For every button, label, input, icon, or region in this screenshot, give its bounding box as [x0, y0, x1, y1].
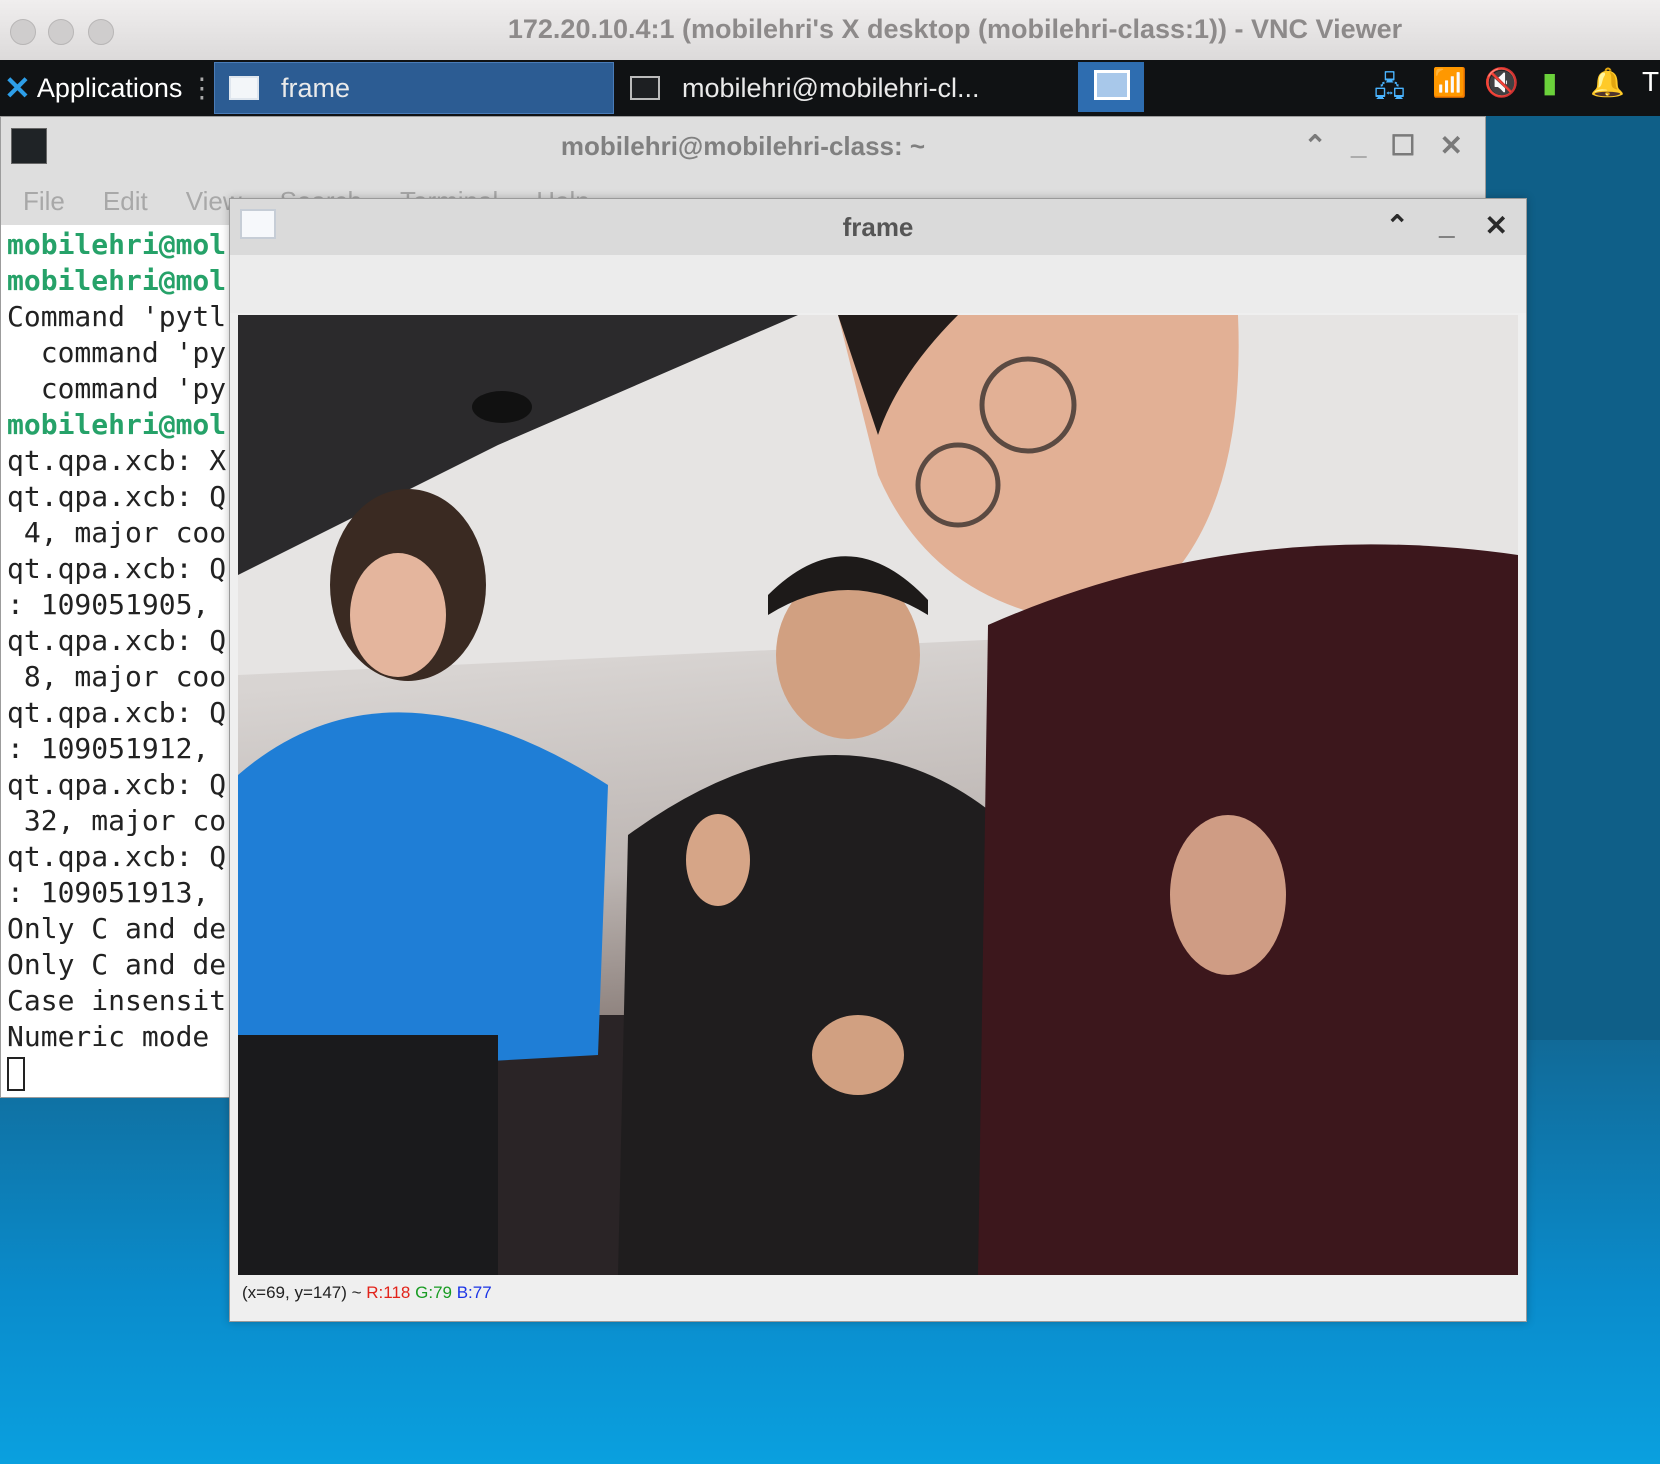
terminal-titlebar[interactable]: mobilehri@mobilehri-class: ~ ⌃ _ ☐ ✕ — [1, 117, 1485, 177]
frame-title: frame — [842, 212, 914, 242]
frame-titlebar[interactable]: frame ⌃ _ ✕ — [230, 199, 1526, 255]
task-label: mobilehri@mobilehri-cl... — [682, 72, 980, 103]
shade-icon[interactable]: ⌃ — [1385, 209, 1408, 242]
minimize-icon[interactable]: _ — [1439, 209, 1455, 242]
red-value: R:118 — [366, 1283, 411, 1302]
shade-icon[interactable]: ⌃ — [1303, 129, 1326, 162]
camera-image[interactable] — [238, 315, 1518, 1275]
show-desktop-icon[interactable] — [1078, 62, 1144, 112]
menu-edit[interactable]: Edit — [103, 186, 148, 217]
minimize-icon[interactable]: _ — [1351, 129, 1367, 162]
blue-value: B:77 — [456, 1283, 492, 1302]
wifi-icon[interactable]: 📶 — [1432, 66, 1467, 99]
frame-status-bar: (x=69, y=147) ~ R:118 G:79 B:77 — [242, 1283, 492, 1303]
applications-label: Applications — [36, 72, 183, 103]
network-icon[interactable]: 🖧 — [1374, 66, 1405, 114]
task-label: frame — [281, 72, 351, 103]
close-icon[interactable]: ✕ — [1440, 129, 1463, 162]
frame-toolbar — [230, 255, 1526, 313]
tray-partial: T — [1642, 66, 1660, 97]
menu-file[interactable]: File — [23, 186, 65, 217]
window-icon — [229, 76, 259, 100]
terminal-cursor — [7, 1057, 25, 1091]
volume-muted-icon[interactable]: 🔇 — [1484, 66, 1519, 99]
task-frame[interactable]: frame — [214, 62, 614, 114]
vnc-window-title: 172.20.10.4:1 (mobilehri's X desktop (mo… — [507, 14, 1403, 44]
camera-frame-illustration — [238, 315, 1518, 1275]
green-value: G:79 — [415, 1283, 452, 1302]
applications-menu[interactable]: ✕ Applications ⋮ — [0, 60, 215, 116]
battery-icon[interactable]: ▮ — [1542, 66, 1557, 99]
separator-icon: ⋮ — [188, 72, 216, 103]
frame-window: frame ⌃ _ ✕ (x=69, y=147) ~ R:118 G:79 B… — [229, 198, 1527, 1322]
vnc-title-bar: 172.20.10.4:1 (mobilehri's X desktop (mo… — [0, 0, 1660, 61]
task-terminal[interactable]: mobilehri@mobilehri-cl... — [616, 62, 1012, 114]
top-panel: ✕ Applications ⋮ frame mobilehri@mobileh… — [0, 60, 1660, 116]
maximize-icon[interactable]: ☐ — [1390, 129, 1415, 162]
terminal-icon — [630, 76, 660, 100]
terminal-title: mobilehri@mobilehri-class: ~ — [560, 131, 926, 161]
xfce-logo-icon: ✕ — [4, 70, 31, 106]
pixel-coords: (x=69, y=147) ~ — [242, 1283, 367, 1302]
bell-icon[interactable]: 🔔 — [1590, 66, 1625, 99]
close-icon[interactable]: ✕ — [1485, 209, 1508, 242]
